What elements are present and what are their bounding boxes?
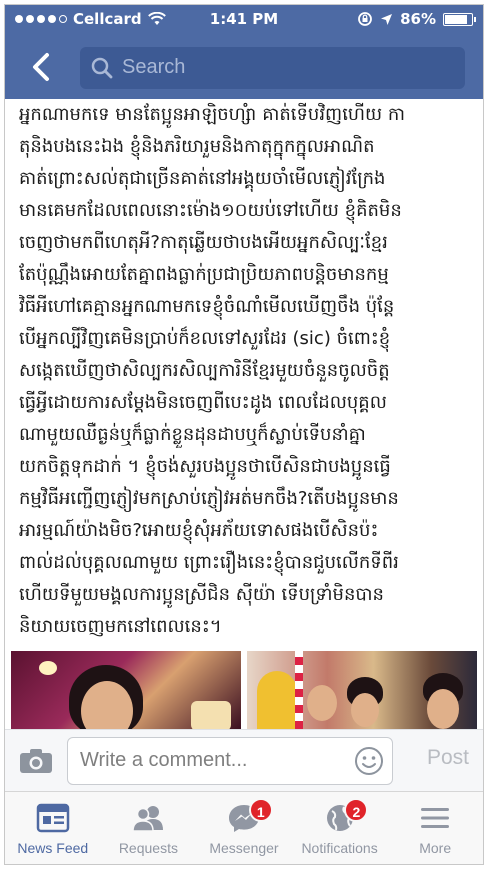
post-text-line: ពាល់ដល់បុគ្គលណាមួយ ព្រោះរឿងនេះខ្ញុំបានជួ… xyxy=(19,552,399,573)
post-text-line: សង្កេតឃើញថាសិល្បករសិល្បការិនីខ្មែរមួយចំន… xyxy=(19,360,390,381)
tab-bar: News Feed Requests 1 Messenger 2 Notific… xyxy=(5,791,483,864)
tab-label-notifications: Notifications xyxy=(301,840,378,856)
menu-icon xyxy=(421,808,450,828)
post-text-line: វិធីអីហៅគេគ្មានអ្នកណាមកទេខ្ញុំចំណាំមើលឃើ… xyxy=(19,296,395,317)
top-bar: Cellcard 1:41 PM 86% Search xyxy=(5,5,483,99)
chevron-left-icon xyxy=(33,53,49,81)
tab-requests[interactable]: Requests xyxy=(101,792,197,864)
emoji-smiley-icon[interactable] xyxy=(354,746,384,776)
photo-strip xyxy=(5,651,483,729)
tab-news-feed[interactable]: News Feed xyxy=(5,792,101,864)
back-button[interactable] xyxy=(27,51,55,83)
search-bar[interactable]: Search xyxy=(80,47,465,89)
post-text-line: អ្នកណាមកទេ មានតែប្អូនអាឡិចហ្សំា គាត់ទើបវ… xyxy=(19,104,406,125)
tab-messenger[interactable]: 1 Messenger xyxy=(196,792,292,864)
comment-input[interactable]: Write a comment... xyxy=(67,737,393,785)
post-text-line: អារម្មណ៍យ៉ាងមិច?អោយខ្ញុំសុំអភ័យទោសផងបើសិ… xyxy=(19,520,379,541)
battery-percent: 86% xyxy=(400,10,436,28)
notifications-badge: 2 xyxy=(344,798,369,822)
location-arrow-icon xyxy=(381,13,393,25)
rotation-lock-icon xyxy=(358,12,372,26)
post-text-line: បើអ្នកល្បីវិញគេមិនប្រាប់ក៏ខលទៅសួរដែរ (si… xyxy=(19,328,391,349)
comment-bar: Write a comment... Post xyxy=(5,729,483,791)
tab-label-more: More xyxy=(419,840,452,856)
post-text-line: ណាមួយឈឺធ្ងន់ឬក៏ធ្លាក់ខ្លួនដុនដាបឬក៏ស្លាប… xyxy=(19,424,366,445)
search-icon xyxy=(91,57,113,79)
post-text-line: យកចិត្តទុកដាក់ ។ ខ្ញុំចង់សួរបងប្អូនថាបើស… xyxy=(19,456,391,477)
battery-icon xyxy=(443,12,476,26)
post-text-line: មានគេមកដែលពេលនោះម៉ោង១០យប់ទៅហើយ ខ្ញុំគិតម… xyxy=(19,200,402,221)
post-comment-button[interactable]: Post xyxy=(427,746,469,770)
post-text-line: គាត់ព្រោះសល់តុជាច្រើនគាត់នៅអង្គុយចាំមើលភ… xyxy=(19,168,386,189)
post-photo-2[interactable] xyxy=(247,651,477,729)
tab-notifications[interactable]: 2 Notifications xyxy=(292,792,388,864)
post-body: អ្នកណាមកទេ មានតែប្អូនអាឡិចហ្សំា គាត់ទើបវ… xyxy=(19,99,474,643)
app-frame: Cellcard 1:41 PM 86% Search អ្នកណាមកទេ ម… xyxy=(4,4,484,865)
tab-label-messenger: Messenger xyxy=(209,840,279,856)
news-feed-icon xyxy=(36,803,70,833)
post-text-line: ហើយទីមួយមង្គលការប្អូនស្រីជិន ស៊ីយ៉ា ទើបទ… xyxy=(19,584,384,605)
post-text-line: ចេញថាមកពីហេតុអី?កាតុឆ្លើយថាបងអើយអ្នកសិល្… xyxy=(19,232,388,253)
messenger-badge: 1 xyxy=(248,798,273,822)
post-text-line: ធ្វើអ្វីដោយការសម្ដែងមិនចេញពីបេះដូង ពេលដែ… xyxy=(19,392,387,413)
status-bar: Cellcard 1:41 PM 86% xyxy=(5,5,483,33)
search-placeholder: Search xyxy=(122,56,186,78)
post-text-line: តែប៉ុណ្ណឹងអោយតែគ្នាពងធ្លាក់ប្រជាប្រិយភាព… xyxy=(19,264,389,285)
tab-label-news-feed: News Feed xyxy=(17,840,89,856)
camera-icon[interactable] xyxy=(19,748,53,774)
tab-more[interactable]: More xyxy=(387,792,483,864)
post-text-line: និយាយចេញមកនៅពេលនេះ។ xyxy=(19,616,222,637)
post-text-line: តុនិងបងនេះឯង ខ្ញុំនិងភរិយារួមនិងកាតុក្នុ… xyxy=(19,136,375,157)
comment-placeholder: Write a comment... xyxy=(80,749,248,771)
post-text-line: កម្មវិធីអញ្ជើញភ្ញៀវមកស្រាប់ភ្ញៀវអត់មកចឹង… xyxy=(19,488,399,509)
post-photo-1[interactable] xyxy=(11,651,241,729)
friend-requests-icon xyxy=(132,806,164,832)
tab-label-requests: Requests xyxy=(118,840,178,856)
